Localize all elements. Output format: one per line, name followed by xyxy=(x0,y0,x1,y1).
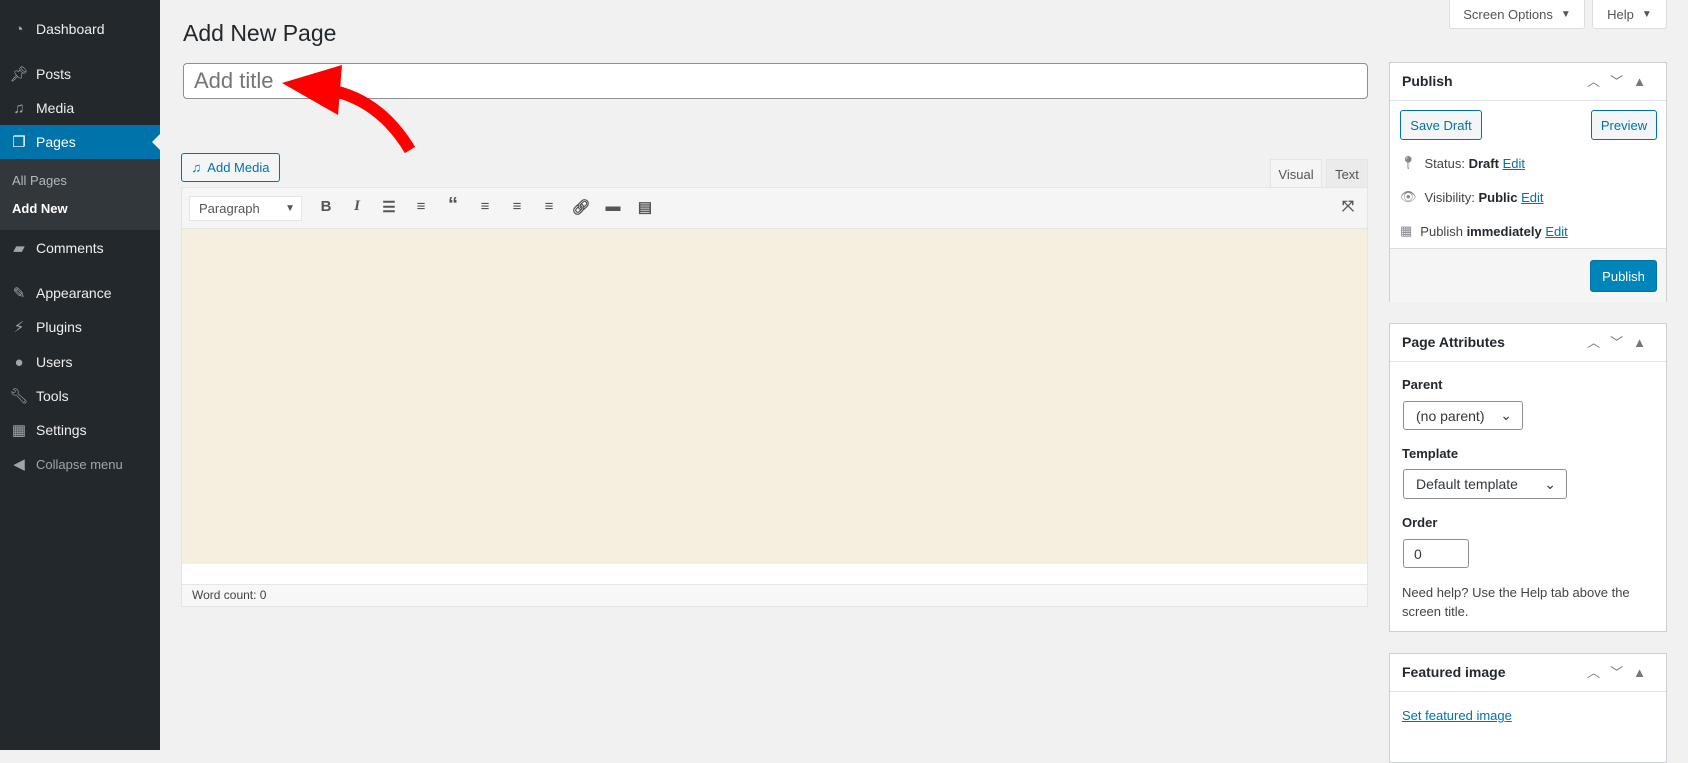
publish-footer: Publish xyxy=(1390,248,1666,302)
numbered-list-icon[interactable]: ≡ xyxy=(410,198,432,215)
edit-visibility-link[interactable]: Edit xyxy=(1521,190,1543,205)
parent-select[interactable]: (no parent) ⌄ xyxy=(1403,401,1523,430)
chevron-down-icon: ⌄ xyxy=(1500,407,1512,423)
add-media-button[interactable]: ♫ Add Media xyxy=(181,153,280,182)
menu-dashboard[interactable]: ◔ Dashboard xyxy=(0,12,160,46)
tab-text[interactable]: Text xyxy=(1326,159,1368,188)
bold-icon[interactable]: B xyxy=(315,198,337,215)
italic-icon[interactable]: I xyxy=(346,198,368,215)
pin-icon: 📌︎ xyxy=(9,66,29,83)
set-featured-image-link[interactable]: Set featured image xyxy=(1402,708,1512,723)
word-count: Word count: 0 xyxy=(182,584,1367,606)
screen-options-button[interactable]: Screen Options ▼ xyxy=(1449,0,1585,29)
preview-button[interactable]: Preview xyxy=(1591,110,1657,140)
template-select[interactable]: Default template ⌄ xyxy=(1403,469,1567,499)
read-more-icon[interactable]: ▬ xyxy=(602,198,624,215)
menu-comments[interactable]: ▰ Comments xyxy=(0,231,160,265)
caret-down-icon: ▼ xyxy=(1560,8,1571,20)
format-select[interactable]: Paragraph ▼ xyxy=(189,196,302,221)
fullscreen-icon[interactable]: ⤧ xyxy=(1337,198,1359,215)
wrench-icon: 🔧︎ xyxy=(9,388,29,405)
collapse-icon: ◀ xyxy=(13,456,25,473)
schedule-row: ▦ Publish immediately Edit xyxy=(1400,223,1568,239)
brush-icon: ✎ xyxy=(12,285,26,302)
publish-button[interactable]: Publish xyxy=(1590,260,1657,292)
toolbar-toggle-icon[interactable]: ▤ xyxy=(634,198,656,216)
menu-pages[interactable]: ❐ Pages xyxy=(0,125,160,159)
submenu-add-new[interactable]: Add New xyxy=(12,201,68,216)
panel-header: Publish ︿﹀▲ xyxy=(1390,63,1666,101)
menu-settings[interactable]: ▦ Settings xyxy=(0,413,160,447)
comment-icon: ▰ xyxy=(13,240,25,257)
align-center-icon[interactable]: ≡ xyxy=(506,198,528,215)
template-label: Template xyxy=(1402,446,1459,461)
calendar-icon: ▦ xyxy=(1400,223,1413,238)
link-icon[interactable]: 🔗︎ xyxy=(570,198,592,216)
caret-down-icon: ▼ xyxy=(285,203,295,214)
order-input[interactable]: 0 xyxy=(1403,539,1469,568)
menu-appearance[interactable]: ✎ Appearance xyxy=(0,276,160,310)
menu-posts[interactable]: 📌︎ Posts xyxy=(0,57,160,91)
user-icon: ● xyxy=(14,353,24,371)
order-label: Order xyxy=(1402,515,1438,530)
blockquote-icon[interactable]: “ xyxy=(442,194,464,217)
media-icon: ♫ xyxy=(13,99,25,117)
pin-icon: 📍︎ xyxy=(1400,155,1417,170)
settings-icon: ▦ xyxy=(11,422,27,439)
edit-schedule-link[interactable]: Edit xyxy=(1545,224,1567,239)
menu-tools[interactable]: 🔧︎ Tools xyxy=(0,379,160,413)
align-left-icon[interactable]: ≡ xyxy=(474,198,496,215)
panel-controls-icon[interactable]: ︿﹀▲ xyxy=(1587,654,1656,691)
align-right-icon[interactable]: ≡ xyxy=(538,198,560,215)
menu-collapse[interactable]: ◀ Collapse menu xyxy=(0,447,160,481)
chevron-down-icon: ⌄ xyxy=(1544,475,1556,492)
admin-sidebar: ◔ Dashboard 📌︎ Posts ♫ Media ❐ Pages All Pag… xyxy=(0,0,160,750)
menu-plugins[interactable]: ⚡︎ Plugins xyxy=(0,310,160,344)
plugin-icon: ⚡︎ xyxy=(13,319,25,336)
panel-header: Featured image ︿﹀▲ xyxy=(1390,654,1666,692)
submenu-all-pages[interactable]: All Pages xyxy=(12,173,67,188)
eye-icon: 👁︎ xyxy=(1400,189,1417,204)
bullet-list-icon[interactable]: ☰ xyxy=(378,198,400,216)
save-draft-button[interactable]: Save Draft xyxy=(1400,110,1482,140)
status-row: 📍︎ Status: Draft Edit xyxy=(1400,155,1525,171)
pages-submenu: All Pages Add New xyxy=(0,159,160,230)
caret-down-icon: ▼ xyxy=(1641,8,1652,20)
help-button[interactable]: Help ▼ xyxy=(1592,0,1667,29)
red-arrow-annotation xyxy=(282,65,416,154)
panel-controls-icon[interactable]: ︿﹀▲ xyxy=(1587,324,1656,361)
edit-status-link[interactable]: Edit xyxy=(1503,156,1525,171)
help-text: Need help? Use the Help tab above the sc… xyxy=(1402,585,1630,619)
parent-label: Parent xyxy=(1402,377,1443,392)
page-title: Add New Page xyxy=(183,20,337,46)
panel-controls-icon[interactable]: ︿﹀▲ xyxy=(1587,63,1656,100)
editor-toolbar: Paragraph ▼ B I ☰ ≡ “ ≡ ≡ ≡ 🔗︎ ▬ ▤ ⤧ xyxy=(182,188,1367,229)
visibility-row: 👁︎ Visibility: Public Edit xyxy=(1400,189,1544,205)
editor-content-area[interactable] xyxy=(182,229,1367,564)
content-editor: Paragraph ▼ B I ☰ ≡ “ ≡ ≡ ≡ 🔗︎ ▬ ▤ ⤧ Word… xyxy=(181,187,1368,607)
dashboard-icon: ◔ xyxy=(14,20,24,38)
media-icon: ♫ xyxy=(191,160,202,175)
panel-header: Page Attributes ︿﹀▲ xyxy=(1390,324,1666,362)
featured-image-panel: Featured image ︿﹀▲ Set featured image xyxy=(1389,653,1667,763)
publish-panel: Publish ︿﹀▲ Save Draft Preview 📍︎ Status: … xyxy=(1389,62,1667,302)
pages-icon: ❐ xyxy=(12,134,26,151)
menu-media[interactable]: ♫ Media xyxy=(0,91,160,125)
tab-visual[interactable]: Visual xyxy=(1270,159,1322,189)
page-attributes-panel: Page Attributes ︿﹀▲ Parent (no parent) ⌄ T… xyxy=(1389,323,1667,632)
menu-users[interactable]: ● Users xyxy=(0,345,160,379)
